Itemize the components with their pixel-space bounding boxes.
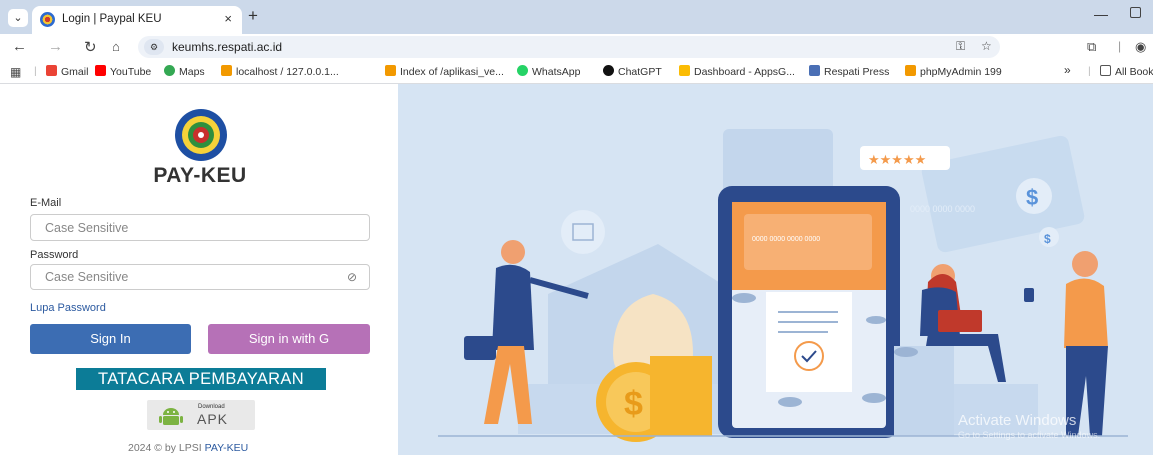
- browser-tabbar: ⌄ Login | Paypal KEU × + —: [0, 0, 1153, 34]
- url-text[interactable]: keumhs.respati.ac.id: [172, 40, 282, 54]
- bookmark-label: WhatsApp: [532, 66, 581, 78]
- bookmark-whatsapp[interactable]: WhatsApp: [517, 65, 580, 78]
- bookmark-label: Dashboard - AppsG...: [694, 66, 795, 78]
- bookmark-localhost[interactable]: localhost / 127.0.0.1...: [221, 65, 339, 78]
- footer-brand: PAY-KEU: [204, 442, 249, 454]
- bookmark-index[interactable]: Index of /aplikasi_ve...: [385, 65, 504, 78]
- windows-watermark-sub: Go to Settings to activate Windows.: [958, 430, 1101, 440]
- bookmark-label: ChatGPT: [618, 66, 662, 78]
- google-sign-in-button[interactable]: Sign in with G: [208, 324, 370, 354]
- password-label: Password: [30, 249, 79, 261]
- star-icon[interactable]: ☆: [981, 39, 992, 53]
- youtube-icon: [95, 65, 106, 76]
- respati-press-icon: [809, 65, 820, 76]
- reload-icon[interactable]: ↻: [84, 38, 97, 56]
- new-tab-icon[interactable]: +: [248, 6, 258, 26]
- bookmark-respati-press[interactable]: Respati Press: [809, 65, 889, 78]
- chevron-down-icon[interactable]: ⌄: [8, 9, 28, 27]
- bookmark-label: Maps: [179, 66, 205, 78]
- divider: |: [34, 65, 37, 77]
- tab-favicon-icon: [40, 12, 55, 27]
- windows-watermark: Activate Windows: [958, 412, 1077, 429]
- forgot-password-link[interactable]: Lupa Password: [30, 302, 106, 314]
- whatsapp-icon: [517, 65, 528, 76]
- key-icon[interactable]: ⚿: [956, 39, 965, 54]
- all-bookmarks-label: All Book: [1115, 66, 1153, 78]
- bookmarks-bar: ▦ | Gmail YouTube Maps localhost / 127.0…: [0, 60, 1153, 84]
- university-logo: [175, 109, 227, 161]
- forward-icon[interactable]: →: [48, 38, 63, 55]
- card-number: 0000 0000 0000 0000: [752, 236, 820, 243]
- footer: 2024 © by LPSI PAY-KEU: [128, 442, 248, 454]
- browser-toolbar: ← → ↻ ⌂ ⚙ keumhs.respati.ac.id ⚿ ☆ ⧉ | ◉: [0, 34, 1153, 60]
- more-bookmarks-icon[interactable]: »: [1064, 63, 1071, 77]
- apk-label: APK: [197, 411, 229, 427]
- bookmark-label: localhost / 127.0.0.1...: [236, 66, 339, 78]
- bookmark-label: Gmail: [61, 66, 89, 78]
- bookmark-phpmyadmin[interactable]: phpMyAdmin 199: [905, 65, 1002, 78]
- appsheet-icon: [679, 65, 690, 76]
- password-placeholder: Case Sensitive: [45, 270, 129, 284]
- dollar-symbol: $: [1044, 232, 1051, 246]
- divider: |: [1088, 65, 1091, 77]
- phpmyadmin-icon: [905, 65, 916, 76]
- payment-illustration: 0000 0000 0000 $ $ ★★★★★ 0000 0000 0000 …: [438, 129, 1128, 442]
- bookmark-label: YouTube: [110, 66, 152, 78]
- download-apk-button[interactable]: Download APK: [147, 400, 255, 430]
- phpmyadmin-icon: [221, 65, 232, 76]
- payment-guide-button[interactable]: TATACARA PEMBAYARAN: [76, 368, 326, 390]
- rating-stars: ★★★★★: [868, 153, 926, 168]
- apk-download-label: Download: [198, 404, 225, 410]
- email-field[interactable]: Case Sensitive: [30, 214, 370, 241]
- email-label: E-Mail: [30, 197, 62, 209]
- email-placeholder: Case Sensitive: [45, 221, 129, 235]
- restore-icon[interactable]: [1130, 7, 1141, 18]
- bookmark-gmail[interactable]: Gmail: [46, 65, 88, 78]
- bookmark-maps[interactable]: Maps: [164, 65, 205, 78]
- site-info-icon[interactable]: ⚙: [144, 39, 164, 55]
- home-icon[interactable]: ⌂: [112, 39, 120, 54]
- bookmark-dashboard[interactable]: Dashboard - AppsG...: [679, 65, 795, 78]
- bookmark-label: phpMyAdmin 199: [920, 66, 1002, 78]
- footer-text: 2024 © by LPSI: [128, 442, 205, 454]
- gmail-icon: [46, 65, 57, 76]
- minimize-icon[interactable]: —: [1094, 6, 1108, 22]
- android-icon: [159, 408, 183, 425]
- ghost-card-number: 0000 0000 0000: [910, 204, 975, 214]
- eye-slash-icon[interactable]: ⊘: [347, 270, 357, 284]
- browser-tab[interactable]: Login | Paypal KEU ×: [32, 6, 242, 34]
- back-icon[interactable]: ←: [12, 38, 27, 55]
- profile-icon[interactable]: ◉: [1135, 39, 1146, 55]
- illustration-panel: 0000 0000 0000 $ $ ★★★★★ 0000 0000 0000 …: [398, 84, 1153, 455]
- chatgpt-icon: [603, 65, 614, 76]
- sign-in-button[interactable]: Sign In: [30, 324, 191, 354]
- phpmyadmin-icon: [385, 65, 396, 76]
- apps-grid-icon[interactable]: ▦: [10, 65, 21, 79]
- bank-icon: [561, 210, 605, 254]
- maps-icon: [164, 65, 175, 76]
- bookmark-youtube[interactable]: YouTube: [95, 65, 151, 78]
- bookmark-label: Index of /aplikasi_ve...: [400, 66, 504, 78]
- dollar-symbol: $: [624, 385, 643, 423]
- man-figure: [501, 240, 525, 264]
- dollar-symbol: $: [1026, 185, 1038, 210]
- extensions-icon[interactable]: ⧉: [1087, 39, 1096, 55]
- bookmark-label: Respati Press: [824, 66, 890, 78]
- close-icon[interactable]: ×: [224, 11, 232, 26]
- all-bookmarks[interactable]: All Book: [1100, 65, 1153, 78]
- folder-icon: [1100, 65, 1111, 76]
- address-bar[interactable]: ⚙ keumhs.respati.ac.id ⚿ ☆: [138, 36, 1000, 58]
- bookmark-chatgpt[interactable]: ChatGPT: [603, 65, 662, 78]
- password-field[interactable]: Case Sensitive ⊘: [30, 264, 370, 290]
- tab-title: Login | Paypal KEU: [62, 13, 162, 25]
- woman-figure: [1072, 251, 1098, 277]
- divider: |: [1118, 39, 1122, 53]
- app-title: PAY-KEU: [153, 164, 247, 187]
